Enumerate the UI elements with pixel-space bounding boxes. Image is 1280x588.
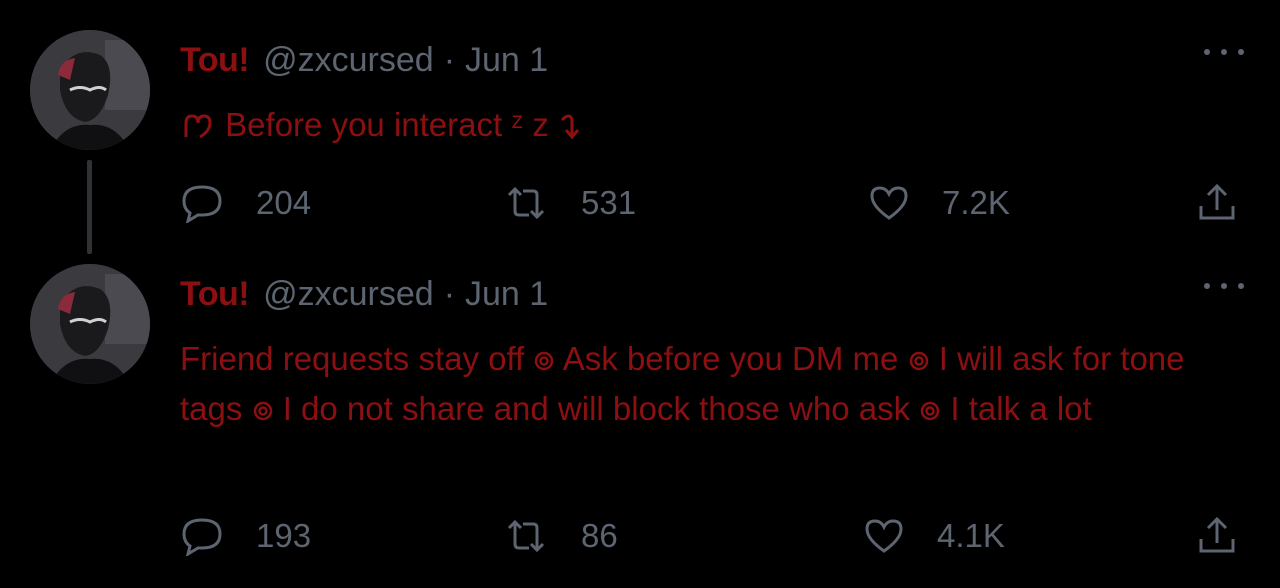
reply-button[interactable]: 204	[180, 178, 311, 228]
like-button[interactable]: 4.1K	[863, 511, 1005, 561]
share-icon	[1199, 516, 1235, 553]
dot-icon	[1221, 283, 1227, 289]
text-segment: Friend requests stay off	[180, 340, 525, 377]
text-segment: I do not share and will block those who …	[282, 390, 911, 427]
tweet-text-body: Before you interact	[225, 106, 503, 143]
curl-arrow-icon	[558, 100, 586, 150]
heart-icon	[865, 519, 903, 553]
tweet-header: Tou! @zxcursed · Jun 1	[180, 40, 548, 80]
share-icon	[1199, 183, 1235, 220]
dot-icon	[1204, 283, 1210, 289]
reply-icon	[182, 518, 222, 556]
retweet-button[interactable]: 86	[503, 511, 618, 561]
text-segment: Ask before you DM me	[562, 340, 899, 377]
thread-line	[87, 160, 92, 254]
tweet-text: Before you interact ᶻ z	[180, 100, 1255, 150]
timestamp[interactable]: Jun 1	[465, 41, 548, 80]
dot-icon	[1204, 49, 1210, 55]
separator: ·	[443, 40, 456, 79]
tweet-header: Tou! @zxcursed · Jun 1	[180, 274, 548, 314]
text-segment: lot	[1056, 390, 1092, 427]
reply-count: 193	[256, 517, 312, 554]
like-count: 4.1K	[937, 517, 1005, 554]
spiral-icon	[252, 384, 274, 434]
more-options-button[interactable]	[1204, 276, 1244, 296]
reply-icon	[182, 185, 222, 223]
tweet-text: Friend requests stay off Ask before you …	[180, 334, 1255, 434]
tweet-actions: 193 86 4.1K	[180, 511, 1240, 561]
retweet-count: 531	[581, 184, 637, 221]
timestamp[interactable]: Jun 1	[465, 275, 548, 314]
tweet-2[interactable]: Tou! @zxcursed · Jun 1 Friend requests s…	[0, 260, 1280, 588]
more-options-button[interactable]	[1204, 42, 1244, 62]
reply-button[interactable]: 193	[180, 511, 311, 561]
tweet-1[interactable]: Tou! @zxcursed · Jun 1 Before you intera…	[0, 0, 1280, 260]
share-button[interactable]	[1196, 178, 1238, 228]
retweet-count: 86	[581, 517, 618, 554]
handle[interactable]: @zxcursed	[263, 275, 434, 314]
display-name[interactable]: Tou!	[180, 275, 250, 314]
spiral-icon	[533, 334, 555, 384]
text-segment: I talk a	[950, 390, 1048, 427]
display-name[interactable]: Tou!	[180, 41, 250, 80]
spiral-icon	[908, 334, 930, 384]
retweet-icon	[507, 186, 545, 220]
retweet-button[interactable]: 531	[503, 178, 636, 228]
avatar[interactable]	[30, 30, 150, 150]
text-segment: I will ask for	[938, 340, 1112, 377]
avatar[interactable]	[30, 264, 150, 384]
heart-icon	[870, 186, 908, 220]
retweet-icon	[507, 519, 545, 553]
heart-outline-icon	[180, 100, 216, 150]
handle[interactable]: @zxcursed	[263, 41, 434, 80]
share-button[interactable]	[1196, 511, 1238, 561]
dot-icon	[1238, 283, 1244, 289]
dot-icon	[1238, 49, 1244, 55]
reply-count: 204	[256, 184, 312, 221]
dot-icon	[1221, 49, 1227, 55]
tweet-actions: 204 531 7.2K	[180, 178, 1240, 228]
like-button[interactable]: 7.2K	[868, 178, 1010, 228]
tweet-text-suffix: ᶻ z	[511, 106, 549, 143]
spiral-icon	[919, 384, 941, 434]
separator: ·	[443, 274, 456, 313]
like-count: 7.2K	[942, 184, 1010, 221]
